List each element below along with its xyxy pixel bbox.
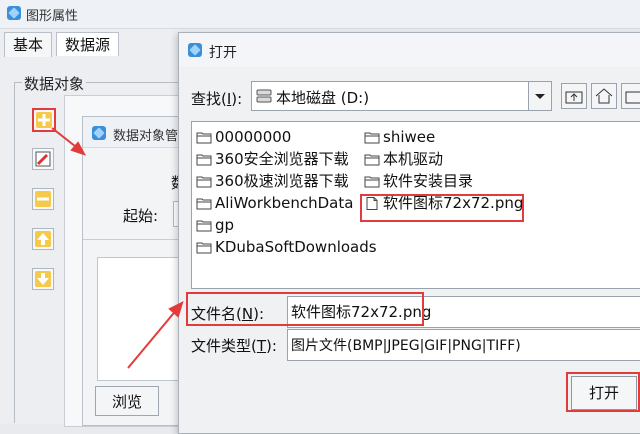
arrow-to-file-name [127, 307, 179, 369]
annotation-arrows [51, 127, 184, 369]
